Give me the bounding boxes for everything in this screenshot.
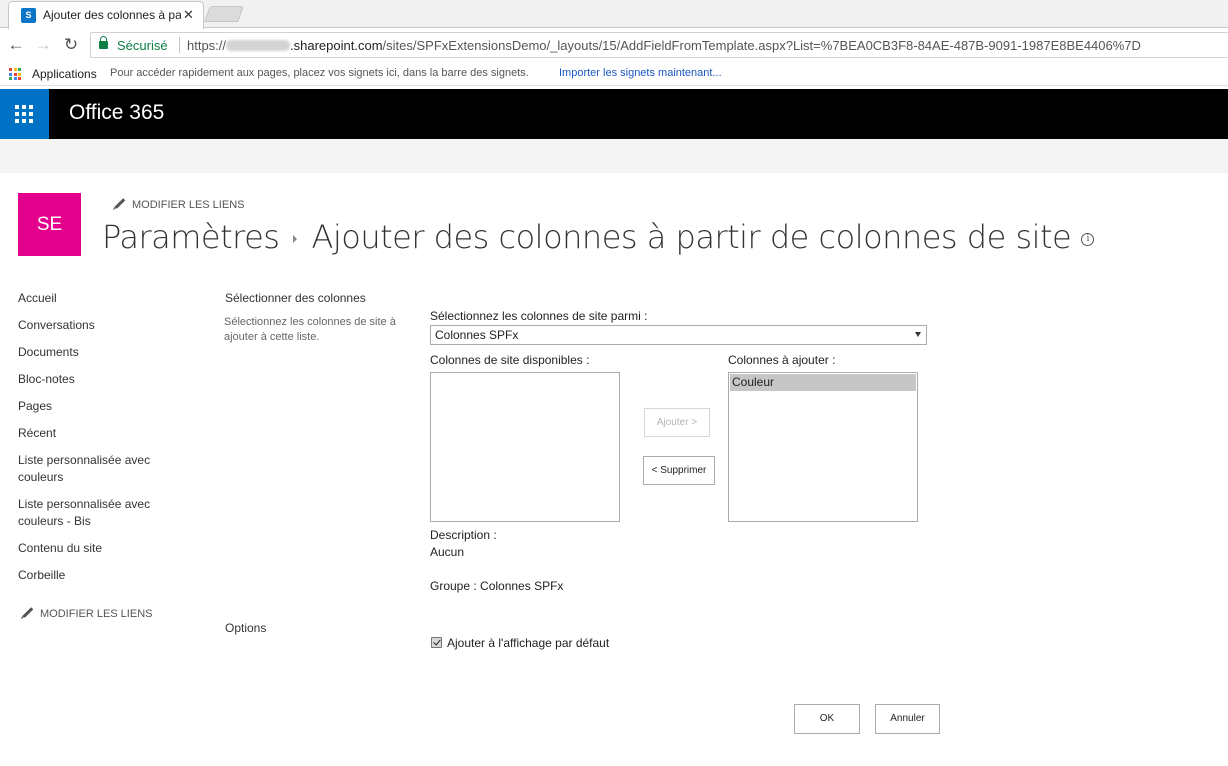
browser-tab-title: Ajouter des colonnes à pa — [43, 8, 181, 22]
apps-grid-icon[interactable] — [9, 68, 21, 80]
secure-label: Sécurisé — [117, 38, 168, 53]
available-columns-listbox[interactable] — [430, 372, 620, 522]
pencil-icon — [114, 198, 126, 209]
bookmarks-bar: Applications Pour accéder rapidement aux… — [0, 62, 1228, 86]
nav-item-documents[interactable]: Documents — [18, 344, 188, 361]
nav-item-corbeille[interactable]: Corbeille — [18, 567, 188, 584]
nav-item-bloc-notes[interactable]: Bloc-notes — [18, 371, 188, 388]
new-tab-button[interactable] — [204, 6, 244, 22]
nav-item-recent[interactable]: Récent — [18, 425, 188, 442]
add-column-button[interactable]: Ajouter > — [644, 408, 710, 437]
pencil-icon — [22, 607, 34, 618]
back-arrow-icon[interactable]: ← — [7, 36, 25, 54]
nav-item-conversations[interactable]: Conversations — [18, 317, 188, 334]
edit-links-top-button[interactable]: MODIFIER LES LIENS — [114, 198, 245, 211]
browser-tab-strip: S Ajouter des colonnes à pa ✕ — [0, 0, 1228, 29]
blurred-tenant — [226, 40, 291, 51]
address-bar[interactable]: Sécurisé https:// .sharepoint.com/sites/S… — [90, 32, 1228, 58]
waffle-icon — [15, 105, 33, 123]
bookmark-applications[interactable]: Applications — [32, 67, 97, 81]
select-from-label: Sélectionnez les colonnes de site parmi … — [430, 309, 648, 323]
page-title: Ajouter des colonnes à partir de colonne… — [311, 218, 1072, 256]
page-title-row: Paramètres Ajouter des colonnes à partir … — [102, 218, 1095, 256]
list-item[interactable]: Couleur — [730, 374, 916, 391]
nav-item-accueil[interactable]: Accueil — [18, 290, 188, 307]
column-group-select[interactable]: Colonnes SPFx — [430, 325, 927, 345]
bookmarks-hint: Pour accéder rapidement aux pages, place… — [110, 67, 529, 79]
nav-item-contenu-du-site[interactable]: Contenu du site — [18, 540, 188, 557]
remove-column-button[interactable]: < Supprimer — [643, 456, 715, 485]
description-value: Aucun — [430, 545, 465, 559]
nav-item-liste-couleurs-bis[interactable]: Liste personnalisée avec couleurs - Bis — [18, 496, 168, 530]
browser-tab[interactable]: S Ajouter des colonnes à pa ✕ — [8, 1, 204, 29]
forward-arrow-icon[interactable]: → — [34, 36, 52, 54]
ok-button[interactable]: OK — [794, 704, 860, 734]
columns-to-add-label: Colonnes à ajouter : — [728, 353, 836, 367]
reload-icon[interactable]: ↻ — [62, 36, 80, 54]
url-scheme: https:// — [187, 38, 227, 53]
breadcrumb-chevron-icon — [293, 235, 298, 243]
section-options-title: Options — [225, 621, 267, 635]
suite-bar: Office 365 — [0, 89, 1228, 139]
url-host: .sharepoint.com — [290, 38, 383, 53]
lock-icon — [99, 36, 108, 49]
section-select-columns-description: Sélectionnez les colonnes de site à ajou… — [224, 316, 396, 343]
quick-launch-nav: Accueil Conversations Documents Bloc-not… — [18, 290, 188, 594]
description-label: Description : — [430, 528, 497, 542]
default-view-checkbox[interactable] — [431, 637, 442, 648]
edit-links-top-label: MODIFIER LES LIENS — [132, 199, 245, 211]
dropdown-arrow-icon — [915, 332, 921, 337]
close-tab-icon[interactable]: ✕ — [183, 7, 194, 23]
edit-links-nav-label: MODIFIER LES LIENS — [40, 608, 153, 620]
app-launcher-button[interactable] — [0, 89, 49, 139]
breadcrumb-settings-link[interactable]: Paramètres — [102, 218, 280, 256]
url-path: /sites/SPFxExtensionsDemo/_layouts/15/Ad… — [382, 38, 1141, 53]
edit-links-nav-button[interactable]: MODIFIER LES LIENS — [22, 607, 153, 620]
url-separator — [179, 37, 180, 53]
group-text: Groupe : Colonnes SPFx — [430, 579, 564, 593]
section-select-columns-title: Sélectionner des colonnes — [225, 291, 366, 305]
columns-to-add-listbox[interactable]: Couleur — [728, 372, 918, 522]
info-icon[interactable]: i — [1081, 232, 1095, 246]
available-columns-label: Colonnes de site disponibles : — [430, 353, 590, 367]
nav-item-liste-couleurs[interactable]: Liste personnalisée avec couleurs — [18, 452, 168, 486]
import-bookmarks-link[interactable]: Importer les signets maintenant... — [559, 67, 722, 79]
url-text: https:// .sharepoint.com/sites/SPFxExtens… — [187, 38, 1141, 53]
default-view-label[interactable]: Ajouter à l'affichage par défaut — [447, 636, 609, 650]
nav-item-pages[interactable]: Pages — [18, 398, 188, 415]
office365-brand[interactable]: Office 365 — [69, 101, 164, 125]
site-logo[interactable]: SE — [18, 193, 81, 256]
sharepoint-favicon-icon: S — [21, 8, 36, 23]
ribbon-placeholder-bar — [0, 139, 1228, 173]
cancel-button[interactable]: Annuler — [875, 704, 940, 734]
browser-toolbar: ← → ↻ Sécurisé https:// .sharepoint.com/s… — [0, 29, 1228, 62]
column-group-select-value: Colonnes SPFx — [435, 328, 519, 342]
